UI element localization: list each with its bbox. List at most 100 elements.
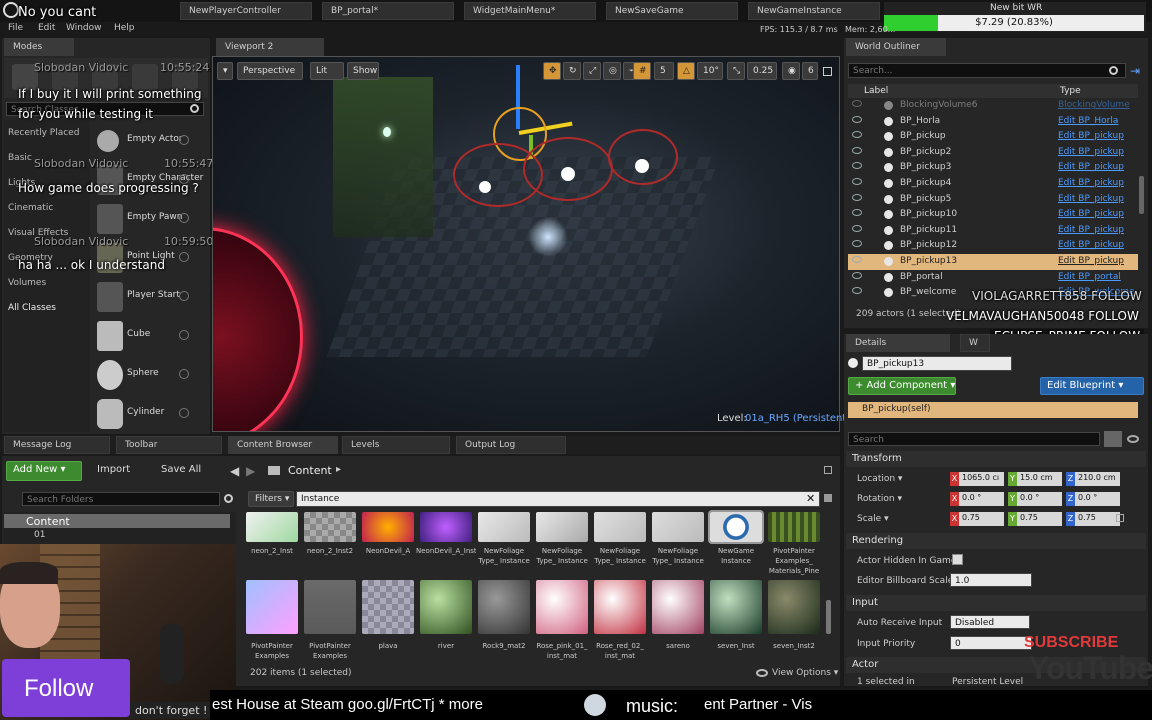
- help-icon[interactable]: [179, 291, 189, 301]
- scale-tool-icon[interactable]: ⤢: [583, 62, 601, 80]
- outliner-options-icon[interactable]: ⇥: [1130, 64, 1140, 78]
- help-icon[interactable]: [179, 252, 189, 262]
- actor-type-link[interactable]: Edit BP_pickup: [1058, 194, 1124, 204]
- actor-type-link[interactable]: Edit BP_pickup: [1058, 147, 1124, 157]
- outliner-row[interactable]: BP_pickup5 Edit BP_pickup: [848, 192, 1138, 208]
- scale-label[interactable]: Scale ▾: [857, 514, 889, 524]
- tab-newplayercontroller[interactable]: NewPlayerController: [180, 2, 312, 20]
- visibility-eye-icon[interactable]: [852, 178, 862, 185]
- maximize-viewport-icon[interactable]: [823, 67, 832, 76]
- tab-world-settings[interactable]: W: [960, 334, 990, 352]
- asset-thumbnail[interactable]: [420, 580, 472, 634]
- asset-thumbnail[interactable]: [246, 512, 298, 542]
- actor-type-link[interactable]: Edit BP_pickup: [1058, 162, 1124, 172]
- save-all-button[interactable]: Save All: [154, 461, 218, 481]
- place-player-start[interactable]: Player Start: [93, 278, 197, 316]
- menu-file[interactable]: File: [8, 23, 23, 33]
- scale-y-field[interactable]: Y 0.75: [1008, 512, 1062, 526]
- outliner-row[interactable]: BP_pickup12 Edit BP_pickup: [848, 238, 1138, 254]
- filters-button[interactable]: Filters ▾: [248, 491, 294, 507]
- help-icon[interactable]: [179, 213, 189, 223]
- asset-thumbnail[interactable]: [536, 580, 588, 634]
- rotation-z-field[interactable]: Z 0.0 °: [1066, 492, 1120, 506]
- viewport-canvas[interactable]: [212, 56, 840, 432]
- help-icon[interactable]: [179, 330, 189, 340]
- tree-content-row[interactable]: Content: [4, 514, 230, 528]
- forward-arrow-icon[interactable]: ▶: [246, 464, 255, 478]
- rotation-snap-icon[interactable]: △: [677, 62, 695, 80]
- scale-z-field[interactable]: Z 0.75: [1066, 512, 1120, 526]
- visibility-eye-icon[interactable]: [852, 271, 862, 279]
- actor-type-link[interactable]: BlockingVolume: [1058, 100, 1130, 110]
- lit-button[interactable]: Lit: [310, 62, 344, 80]
- clear-filter-icon[interactable]: ✕: [806, 492, 815, 505]
- hidden-in-game-checkbox[interactable]: [952, 554, 963, 565]
- visibility-eye-icon[interactable]: [852, 287, 862, 295]
- actor-type-link[interactable]: Edit BP_pickup: [1058, 256, 1124, 266]
- category-recently-placed[interactable]: Recently Placed: [8, 128, 79, 138]
- asset-thumbnail[interactable]: [594, 580, 646, 634]
- place-cylinder[interactable]: Cylinder: [93, 395, 197, 433]
- add-component-button[interactable]: + Add Component ▾: [848, 377, 956, 395]
- scale-x-field[interactable]: X 0.75: [950, 512, 1004, 526]
- section-rendering[interactable]: Rendering: [846, 533, 1146, 549]
- outliner-row[interactable]: BP_portal Edit BP_portal: [848, 270, 1138, 286]
- asset-thumbnail[interactable]: [304, 512, 356, 542]
- tab-widgetmainmenu[interactable]: WidgetMainMenu*: [464, 2, 596, 20]
- visibility-eye-icon[interactable]: [852, 224, 862, 232]
- eye-icon[interactable]: [1127, 435, 1139, 443]
- place-sphere[interactable]: Sphere: [93, 356, 197, 394]
- actor-type-link[interactable]: Edit BP_pickup: [1058, 225, 1124, 235]
- rotation-label[interactable]: Rotation ▾: [857, 494, 902, 504]
- tab-toolbar[interactable]: Toolbar: [116, 436, 222, 454]
- rotation-snap-value[interactable]: 10°: [697, 62, 723, 80]
- category-cinematic[interactable]: Cinematic: [8, 203, 53, 213]
- filter-options-icon[interactable]: [824, 494, 832, 502]
- actor-type-link[interactable]: Edit BP_pickup: [1058, 209, 1124, 219]
- edit-blueprint-button[interactable]: Edit Blueprint ▾: [1040, 377, 1144, 395]
- asset-thumbnail[interactable]: [652, 580, 704, 634]
- rotation-y-field[interactable]: Y 0.0 °: [1008, 492, 1062, 506]
- follow-button[interactable]: Follow: [2, 659, 130, 717]
- component-self-row[interactable]: BP_pickup(self): [848, 402, 1138, 418]
- section-transform[interactable]: Transform: [846, 451, 1146, 467]
- back-arrow-icon[interactable]: ◀: [230, 464, 239, 478]
- asset-grid-scrollbar[interactable]: [826, 600, 831, 634]
- perspective-button[interactable]: Perspective: [237, 62, 303, 80]
- property-matrix-icon[interactable]: [1104, 431, 1122, 447]
- help-icon[interactable]: [179, 408, 189, 418]
- outliner-row[interactable]: BP_pickup2 Edit BP_pickup: [848, 145, 1138, 161]
- col-label[interactable]: Label: [864, 86, 888, 96]
- search-folders-input[interactable]: Search Folders: [22, 492, 220, 506]
- asset-thumbnail[interactable]: [478, 512, 530, 542]
- grid-snap-icon[interactable]: #: [633, 62, 651, 80]
- actor-type-link[interactable]: Edit BP_portal: [1058, 272, 1121, 282]
- place-empty-actor[interactable]: Empty Actor: [93, 122, 197, 160]
- asset-thumbnail[interactable]: [652, 512, 704, 542]
- import-button[interactable]: Import: [90, 461, 148, 481]
- translate-tool-icon[interactable]: ✥: [543, 62, 561, 80]
- tab-bp-portal[interactable]: BP_portal*: [322, 2, 454, 20]
- outliner-row[interactable]: BlockingVolume6 BlockingVolume: [848, 98, 1138, 114]
- asset-thumbnail[interactable]: [478, 580, 530, 634]
- asset-thumbnail[interactable]: [362, 580, 414, 634]
- tree-child-row[interactable]: 01: [20, 530, 80, 542]
- asset-thumbnail[interactable]: [536, 512, 588, 542]
- visibility-eye-icon[interactable]: [852, 240, 862, 248]
- asset-thumbnail[interactable]: [246, 580, 298, 634]
- filter-text-input[interactable]: Instance: [296, 491, 820, 507]
- actor-type-link[interactable]: Edit BP_pickup: [1058, 240, 1124, 250]
- outliner-row[interactable]: BP_pickup4 Edit BP_pickup: [848, 176, 1138, 192]
- place-cube[interactable]: Cube: [93, 317, 197, 355]
- show-button[interactable]: Show: [347, 62, 379, 80]
- outliner-row[interactable]: BP_pickup13 Edit BP_pickup: [848, 254, 1138, 270]
- path-content[interactable]: Content: [288, 464, 332, 477]
- menu-window[interactable]: Window: [66, 23, 102, 33]
- tab-newsavegame[interactable]: NewSaveGame: [606, 2, 738, 20]
- tab-details[interactable]: Details: [846, 334, 950, 352]
- camera-speed-value[interactable]: 6: [802, 62, 818, 80]
- asset-thumbnail[interactable]: [768, 580, 820, 634]
- details-search-input[interactable]: Search: [848, 432, 1100, 446]
- actor-name-input[interactable]: BP_pickup13: [862, 356, 1012, 371]
- visibility-eye-icon[interactable]: [852, 100, 862, 107]
